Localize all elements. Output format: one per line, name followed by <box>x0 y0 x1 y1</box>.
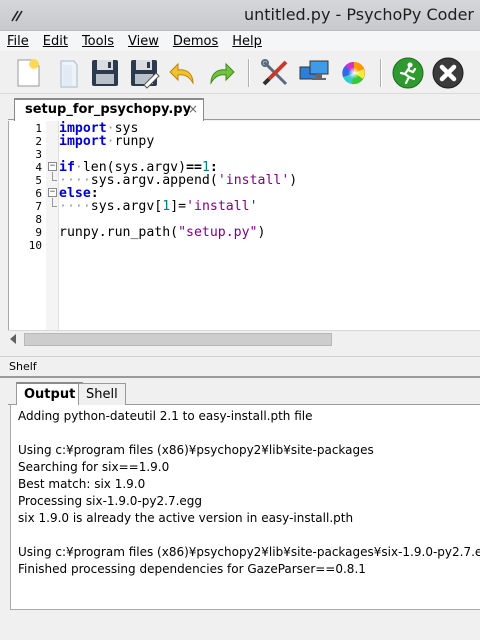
line-number: 5 <box>35 174 42 187</box>
fold-toggle-icon[interactable]: − <box>48 162 57 171</box>
output-line: Processing six-1.9.0-py2.7.egg <box>18 494 203 508</box>
shelf-tab-strip: Output Shell <box>8 380 480 406</box>
fold-guide <box>52 198 53 206</box>
whitespace-marker: ···· <box>59 199 91 214</box>
code-editor[interactable]: 1 2 3 4 5 6 7 8 9 10 − − import·sys impo… <box>8 121 480 330</box>
app-icon[interactable] <box>9 8 25 24</box>
editor-panel: setup_for_psychopy.py × 1 2 3 4 5 6 7 8 … <box>8 95 480 351</box>
fold-guide <box>52 180 57 181</box>
output-line: Using c:¥program files (x86)¥psychopy2¥l… <box>18 443 374 457</box>
keyword: import <box>59 134 107 149</box>
color-picker-icon[interactable] <box>338 57 370 89</box>
save-icon[interactable] <box>89 57 121 89</box>
redo-icon[interactable] <box>205 57 237 89</box>
scrollbar-thumb[interactable] <box>24 333 332 346</box>
output-line: Searching for six==1.9.0 <box>18 460 170 474</box>
menu-demos-label: Demos <box>172 34 219 49</box>
fold-guide <box>52 172 53 180</box>
line-number-gutter: 1 2 3 4 5 6 7 8 9 10 <box>9 121 45 330</box>
line-number: 8 <box>35 213 42 226</box>
menu-file[interactable]: File <box>0 31 36 51</box>
code-text: ]= <box>170 199 187 214</box>
tab-shell-label: Shell <box>86 387 118 402</box>
run-icon[interactable] <box>392 57 424 89</box>
string-literal: 'install' <box>186 199 258 214</box>
menu-demos[interactable]: Demos <box>166 31 225 51</box>
code-line-2: import·runpy <box>59 135 154 148</box>
tab-output-label: Output <box>24 387 76 402</box>
save-as-icon[interactable] <box>128 57 160 89</box>
preferences-icon[interactable] <box>259 57 291 89</box>
output-line: Best match: six 1.9.0 <box>18 477 146 491</box>
code-line-7: ····sys.argv[1]='install' <box>59 200 258 213</box>
code-text: sys.argv[ <box>90 199 163 214</box>
new-file-icon[interactable] <box>12 57 44 89</box>
menu-tools[interactable]: Tools <box>75 31 121 51</box>
tab-setup-for-psychopy[interactable]: setup_for_psychopy.py × <box>14 98 204 121</box>
line-number: 2 <box>35 135 42 148</box>
output-line: Finished processing dependencies for Gaz… <box>18 562 366 576</box>
code-line-9: runpy.run_path("setup.py") <box>59 226 265 239</box>
code-text: ) <box>257 225 266 240</box>
menu-tools-label: Tools <box>81 34 114 49</box>
fold-margin: − − <box>46 121 59 330</box>
tab-output[interactable]: Output <box>16 382 84 406</box>
fold-guide <box>52 206 57 207</box>
toolbar-separator <box>380 59 382 87</box>
output-line: six 1.9.0 is already the active version … <box>18 511 354 525</box>
menu-edit[interactable]: Edit <box>36 31 75 51</box>
toolbar-separator <box>248 59 250 87</box>
line-number: 6 <box>35 187 42 200</box>
code-text: sys.argv.append( <box>90 173 218 188</box>
editor-tab-strip: setup_for_psychopy.py × <box>8 95 480 121</box>
code-text: runpy.run_path( <box>59 225 179 240</box>
line-number: 9 <box>35 226 42 239</box>
close-icon[interactable]: × <box>188 102 198 116</box>
scroll-left-icon[interactable] <box>10 334 16 344</box>
undo-icon[interactable] <box>167 57 199 89</box>
whitespace-marker: · <box>106 134 115 149</box>
line-number: 10 <box>28 239 42 252</box>
tab-shell[interactable]: Shell <box>78 383 126 405</box>
window-title: untitled.py - PsychoPy Coder <box>243 5 474 24</box>
shelf-header: Shelf <box>0 356 480 376</box>
title-bar: untitled.py - PsychoPy Coder <box>0 0 480 31</box>
output-panel[interactable]: Adding python-dateutil 2.1 to easy-insta… <box>10 405 480 610</box>
line-number: 3 <box>35 148 42 161</box>
code-text: ) <box>289 173 298 188</box>
line-number: 7 <box>35 200 42 213</box>
output-line: Using c:¥program files (x86)¥psychopy2¥l… <box>18 545 480 559</box>
line-number: 4 <box>35 161 42 174</box>
menu-file-label: File <box>7 34 29 49</box>
string-literal: 'install' <box>217 173 290 188</box>
menu-help[interactable]: Help <box>225 31 269 51</box>
menu-edit-label: Edit <box>42 34 68 49</box>
string-literal: "setup.py" <box>178 225 258 240</box>
line-number: 1 <box>35 122 42 135</box>
shelf-label: Shelf <box>9 360 37 373</box>
tab-label: setup_for_psychopy.py <box>25 102 192 117</box>
toolbar <box>0 51 480 94</box>
open-file-icon[interactable] <box>52 57 84 89</box>
stop-icon[interactable] <box>432 57 464 89</box>
fold-toggle-icon[interactable]: − <box>48 188 57 197</box>
menu-help-label: Help <box>232 34 262 49</box>
menu-view[interactable]: View <box>121 31 166 51</box>
number-literal: 1 <box>162 199 171 214</box>
menu-view-label: View <box>127 34 159 49</box>
shelf-divider[interactable] <box>0 376 480 378</box>
menu-bar: File Edit Tools View Demos Help <box>0 31 480 51</box>
code-text: runpy <box>114 134 155 149</box>
output-line: Adding python-dateutil 2.1 to easy-insta… <box>18 409 313 423</box>
monitor-center-icon[interactable] <box>298 57 330 89</box>
horizontal-scrollbar[interactable] <box>8 330 480 347</box>
